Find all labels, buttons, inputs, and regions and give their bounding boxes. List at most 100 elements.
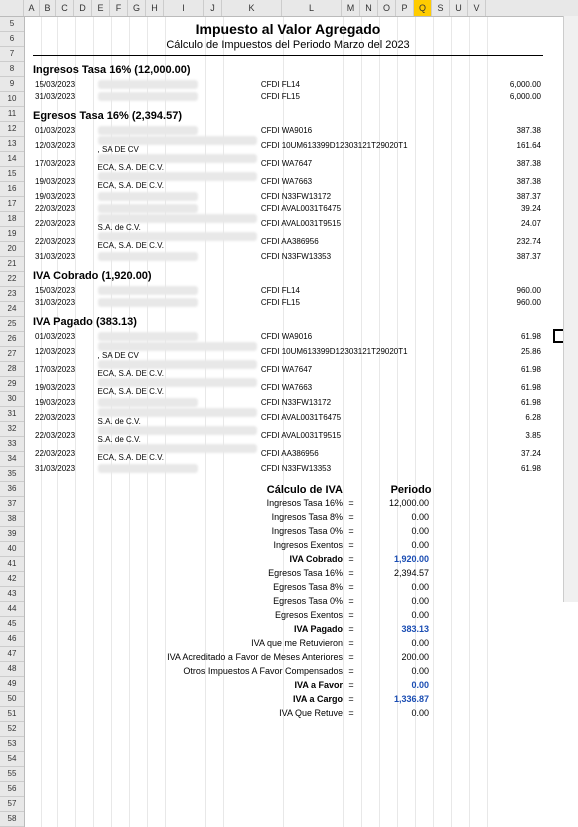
row-header-16[interactable]: 16 <box>0 182 24 197</box>
table-row: 22/03/2023 ECA, S.A. DE C.V.CFDI AA38695… <box>33 444 543 462</box>
row-header-31[interactable]: 31 <box>0 407 24 422</box>
row-header-23[interactable]: 23 <box>0 287 24 302</box>
row-header-44[interactable]: 44 <box>0 602 24 617</box>
col-header-E[interactable]: E <box>92 0 110 16</box>
calc-row: Egresos Exentos=0.00 <box>143 608 543 622</box>
col-header-H[interactable]: H <box>146 0 164 16</box>
row-header-7[interactable]: 7 <box>0 47 24 62</box>
row-header-35[interactable]: 35 <box>0 467 24 482</box>
row-header-5[interactable]: 5 <box>0 17 24 32</box>
row-header-12[interactable]: 12 <box>0 122 24 137</box>
row-header-53[interactable]: 53 <box>0 737 24 752</box>
col-header-N[interactable]: N <box>360 0 378 16</box>
tx-ref: CFDI 10UM613399D12303121T29020T1 <box>259 342 465 360</box>
row-header-54[interactable]: 54 <box>0 752 24 767</box>
row-header-19[interactable]: 19 <box>0 227 24 242</box>
row-header-39[interactable]: 39 <box>0 527 24 542</box>
col-header-G[interactable]: G <box>128 0 146 16</box>
row-header-51[interactable]: 51 <box>0 707 24 722</box>
row-header-56[interactable]: 56 <box>0 782 24 797</box>
row-header-30[interactable]: 30 <box>0 392 24 407</box>
calc-value: 1,920.00 <box>359 554 429 564</box>
tx-date: 01/03/2023 <box>33 330 96 342</box>
calc-row: Otros Impuestos A Favor Compensados=0.00 <box>143 664 543 678</box>
row-header-57[interactable]: 57 <box>0 797 24 812</box>
column-headers[interactable]: ABCDEFGHIJKLMNOPQSUV <box>0 0 578 17</box>
row-header-29[interactable]: 29 <box>0 377 24 392</box>
tx-ref: CFDI N33FW13172 <box>259 396 465 408</box>
row-header-9[interactable]: 9 <box>0 77 24 92</box>
col-header-B[interactable]: B <box>40 0 56 16</box>
row-header-45[interactable]: 45 <box>0 617 24 632</box>
row-header-20[interactable]: 20 <box>0 242 24 257</box>
row-header-14[interactable]: 14 <box>0 152 24 167</box>
row-header-26[interactable]: 26 <box>0 332 24 347</box>
tx-party: ECA, S.A. DE C.V. <box>96 444 259 462</box>
col-header-A[interactable]: A <box>24 0 40 16</box>
calc-equals: = <box>343 526 359 536</box>
row-header-22[interactable]: 22 <box>0 272 24 287</box>
row-header-43[interactable]: 43 <box>0 587 24 602</box>
row-header-55[interactable]: 55 <box>0 767 24 782</box>
col-header-K[interactable]: K <box>222 0 282 16</box>
tx-amount: 6,000.00 <box>465 90 543 102</box>
calc-row: Egresos Tasa 16%=2,394.57 <box>143 566 543 580</box>
col-header-O[interactable]: O <box>378 0 396 16</box>
row-header-41[interactable]: 41 <box>0 557 24 572</box>
col-header-M[interactable]: M <box>342 0 360 16</box>
row-header-32[interactable]: 32 <box>0 422 24 437</box>
row-header-40[interactable]: 40 <box>0 542 24 557</box>
row-header-33[interactable]: 33 <box>0 437 24 452</box>
row-header-11[interactable]: 11 <box>0 107 24 122</box>
row-header-21[interactable]: 21 <box>0 257 24 272</box>
col-header-Q[interactable]: Q <box>414 0 432 16</box>
row-header-50[interactable]: 50 <box>0 692 24 707</box>
sheet-grid[interactable]: Impuesto al Valor Agregado Cálculo de Im… <box>25 17 578 827</box>
row-header-37[interactable]: 37 <box>0 497 24 512</box>
row-header-24[interactable]: 24 <box>0 302 24 317</box>
calc-equals: = <box>343 610 359 620</box>
tx-ref: CFDI FL14 <box>259 78 465 90</box>
row-headers[interactable]: 5678910111213141516171819202122232425262… <box>0 17 25 827</box>
tx-amount: 387.37 <box>465 190 543 202</box>
tx-party <box>96 396 259 408</box>
row-header-28[interactable]: 28 <box>0 362 24 377</box>
col-header-L[interactable]: L <box>282 0 342 16</box>
row-header-27[interactable]: 27 <box>0 347 24 362</box>
row-header-47[interactable]: 47 <box>0 647 24 662</box>
row-header-18[interactable]: 18 <box>0 212 24 227</box>
row-header-34[interactable]: 34 <box>0 452 24 467</box>
row-header-6[interactable]: 6 <box>0 32 24 47</box>
col-header-I[interactable]: I <box>164 0 204 16</box>
row-header-10[interactable]: 10 <box>0 92 24 107</box>
col-header-V[interactable]: V <box>468 0 486 16</box>
row-header-17[interactable]: 17 <box>0 197 24 212</box>
calc-label: Egresos Tasa 0% <box>143 596 343 606</box>
col-header-J[interactable]: J <box>204 0 222 16</box>
col-header-S[interactable]: S <box>432 0 450 16</box>
tx-ref: CFDI WA9016 <box>259 330 465 342</box>
col-header-C[interactable]: C <box>56 0 74 16</box>
row-header-38[interactable]: 38 <box>0 512 24 527</box>
row-header-25[interactable]: 25 <box>0 317 24 332</box>
row-header-48[interactable]: 48 <box>0 662 24 677</box>
col-header-P[interactable]: P <box>396 0 414 16</box>
tx-date: 19/03/2023 <box>33 378 96 396</box>
vertical-scrollbar[interactable] <box>563 16 578 602</box>
tx-party <box>96 330 259 342</box>
row-header-8[interactable]: 8 <box>0 62 24 77</box>
row-header-13[interactable]: 13 <box>0 137 24 152</box>
calc-value: 12,000.00 <box>359 498 429 508</box>
row-header-42[interactable]: 42 <box>0 572 24 587</box>
row-header-46[interactable]: 46 <box>0 632 24 647</box>
row-header-36[interactable]: 36 <box>0 482 24 497</box>
calc-equals: = <box>343 554 359 564</box>
row-header-58[interactable]: 58 <box>0 812 24 827</box>
col-header-U[interactable]: U <box>450 0 468 16</box>
tx-party <box>96 78 259 90</box>
row-header-15[interactable]: 15 <box>0 167 24 182</box>
row-header-52[interactable]: 52 <box>0 722 24 737</box>
col-header-F[interactable]: F <box>110 0 128 16</box>
row-header-49[interactable]: 49 <box>0 677 24 692</box>
col-header-D[interactable]: D <box>74 0 92 16</box>
